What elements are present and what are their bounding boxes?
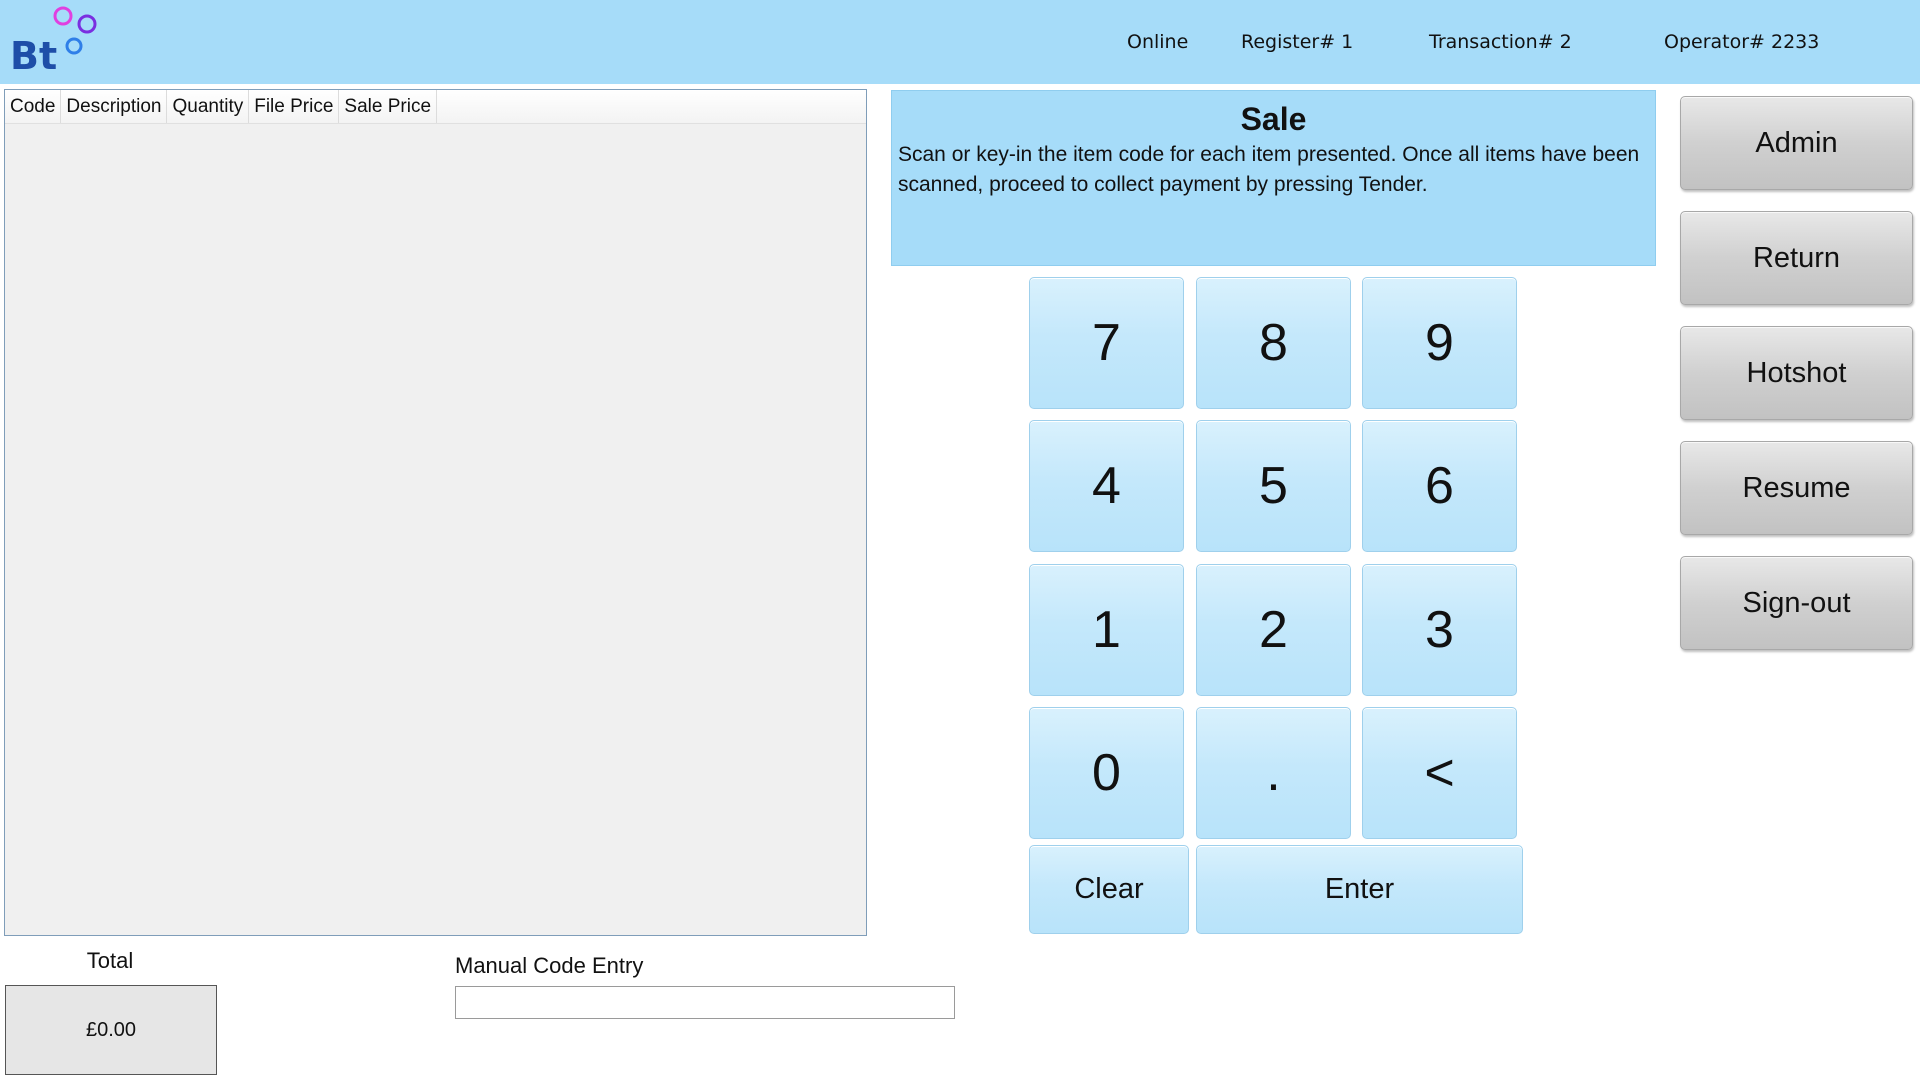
column-header-file-price[interactable]: File Price (249, 90, 340, 123)
key-6-button[interactable]: 6 (1362, 420, 1517, 552)
column-header-quantity[interactable]: Quantity (167, 90, 250, 123)
admin-button[interactable]: Admin (1680, 96, 1913, 190)
hotshot-button[interactable]: Hotshot (1680, 326, 1913, 420)
bt-logo: Bt (10, 6, 97, 74)
manual-code-entry-label: Manual Code Entry (455, 953, 644, 978)
operator-number: Operator# 2233 (1664, 31, 1820, 53)
instruction-text: Scan or key-in the item code for each it… (898, 143, 1640, 196)
total-value: £0.00 (5, 985, 217, 1075)
key-5-button[interactable]: 5 (1196, 420, 1351, 552)
manual-code-entry-input[interactable] (455, 986, 955, 1019)
mode-title: Sale (1240, 101, 1307, 137)
column-header-code[interactable]: Code (5, 90, 62, 123)
instruction-panel: Sale Scan or key-in the item code for ea… (891, 90, 1656, 266)
return-button[interactable]: Return (1680, 211, 1913, 305)
enter-button[interactable]: Enter (1196, 845, 1523, 934)
column-header-description[interactable]: Description (61, 90, 168, 123)
backspace-button[interactable]: < (1362, 707, 1517, 839)
key-8-button[interactable]: 8 (1196, 277, 1351, 409)
key-7-button[interactable]: 7 (1029, 277, 1184, 409)
key-1-button[interactable]: 1 (1029, 564, 1184, 696)
key-decimal-button[interactable]: . (1196, 707, 1351, 839)
sign-out-button[interactable]: Sign-out (1680, 556, 1913, 650)
resume-button[interactable]: Resume (1680, 441, 1913, 535)
key-4-button[interactable]: 4 (1029, 420, 1184, 552)
total-label: Total (86, 948, 134, 973)
key-3-button[interactable]: 3 (1362, 564, 1517, 696)
table-header: Code Description Quantity File Price Sal… (5, 90, 866, 124)
svg-text:Bt: Bt (10, 34, 57, 74)
connection-status: Online (1127, 31, 1189, 53)
key-2-button[interactable]: 2 (1196, 564, 1351, 696)
clear-button[interactable]: Clear (1029, 845, 1189, 934)
column-header-sale-price[interactable]: Sale Price (339, 90, 438, 123)
header-bar: Bt Online Register# 1 Transaction# 2 Ope… (0, 0, 1920, 84)
transaction-number: Transaction# 2 (1429, 31, 1572, 53)
key-0-button[interactable]: 0 (1029, 707, 1184, 839)
items-table[interactable]: Code Description Quantity File Price Sal… (4, 89, 867, 936)
key-9-button[interactable]: 9 (1362, 277, 1517, 409)
register-number: Register# 1 (1241, 31, 1354, 53)
